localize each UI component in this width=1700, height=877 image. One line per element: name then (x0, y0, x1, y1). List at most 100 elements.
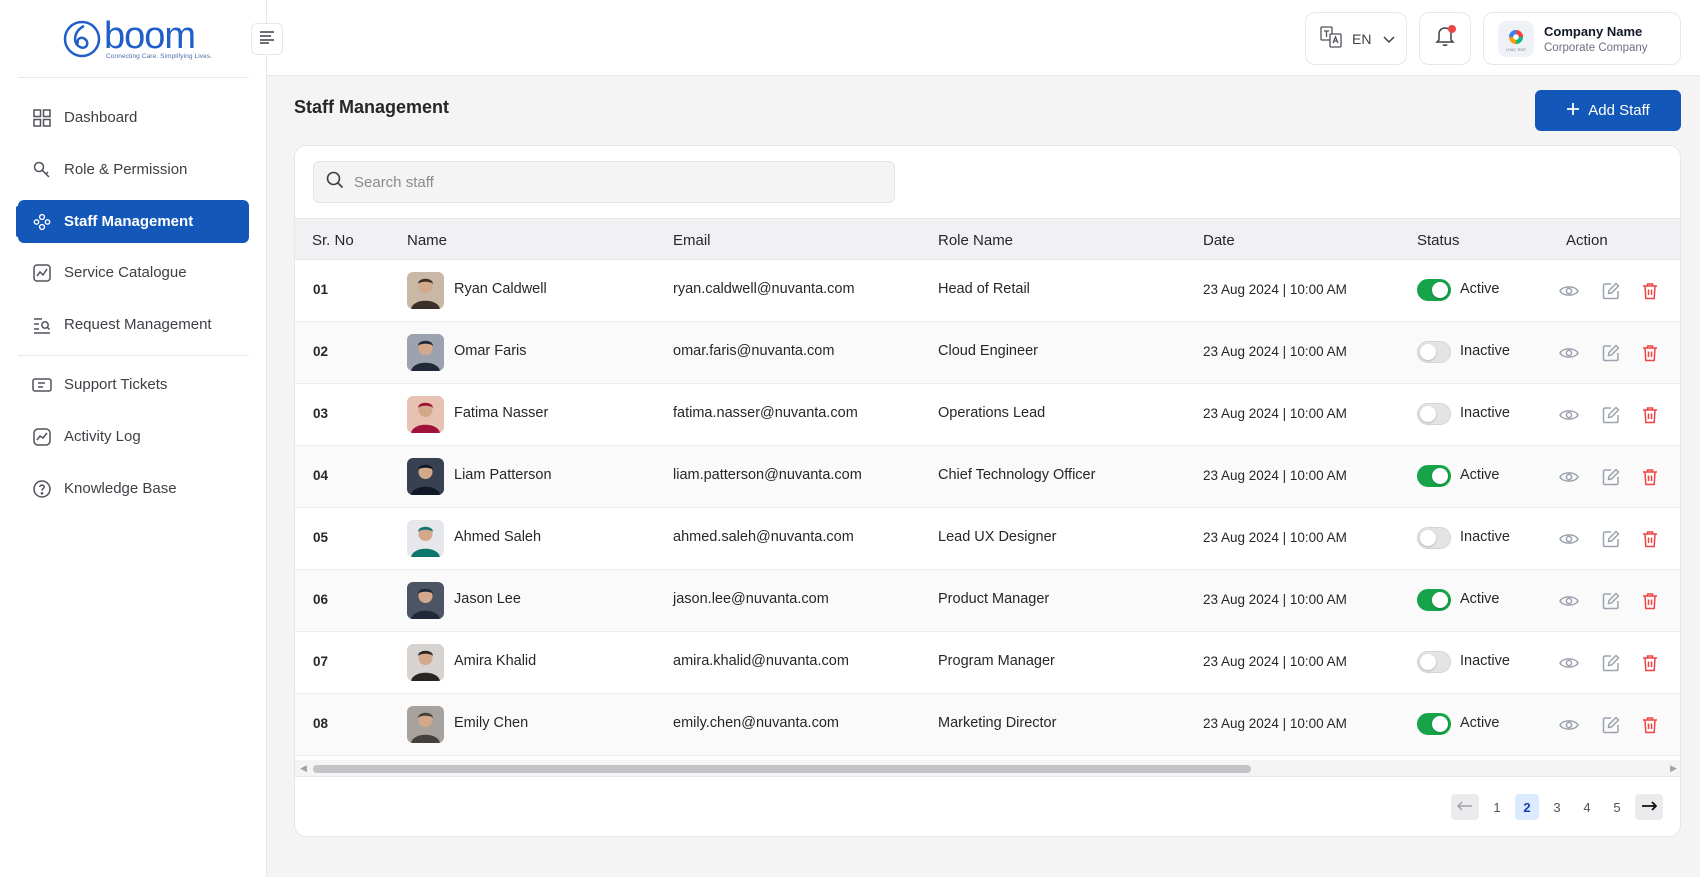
view-icon[interactable] (1558, 342, 1580, 364)
scroll-right-icon[interactable]: ▶ (1670, 763, 1677, 774)
status-toggle[interactable] (1417, 403, 1451, 425)
sidebar: boom Connecting Care. Simplifying Lives.… (0, 0, 267, 877)
view-icon[interactable] (1558, 280, 1580, 302)
staff-email: ryan.caldwell@nuvanta.com (673, 281, 855, 297)
prev-page-button[interactable] (1451, 794, 1479, 820)
staff-date: 23 Aug 2024 | 10:00 AM (1203, 406, 1347, 421)
row-sr-no: 07 (313, 654, 329, 669)
status-label: Inactive (1460, 405, 1510, 421)
sidebar-item-knowledge-base[interactable]: Knowledge Base (18, 467, 249, 510)
edit-icon[interactable] (1600, 404, 1622, 426)
view-icon[interactable] (1558, 466, 1580, 488)
sidebar-item-dashboard[interactable]: Dashboard (18, 96, 249, 139)
notifications-button[interactable] (1419, 12, 1471, 65)
delete-icon[interactable] (1639, 466, 1661, 488)
company-profile[interactable]: LOGO TEXT Company Name Corporate Company (1483, 12, 1681, 65)
view-icon[interactable] (1558, 714, 1580, 736)
staff-avatar (407, 272, 444, 309)
page-2-button[interactable]: 2 (1515, 794, 1539, 820)
boom-logo-icon (62, 19, 102, 59)
page-5-button[interactable]: 5 (1605, 794, 1629, 820)
horizontal-scrollbar[interactable]: ◀ ▶ (295, 760, 1680, 776)
staff-name: Emily Chen (454, 715, 529, 731)
delete-icon[interactable] (1639, 280, 1661, 302)
list-search-icon (32, 315, 52, 335)
view-icon[interactable] (1558, 404, 1580, 426)
edit-icon[interactable] (1600, 342, 1622, 364)
status-label: Active (1460, 281, 1500, 297)
page-3-button[interactable]: 3 (1545, 794, 1569, 820)
menu-toggle-button[interactable] (251, 23, 283, 55)
add-staff-button[interactable]: Add Staff (1535, 90, 1681, 131)
company-type: Corporate Company (1544, 41, 1648, 54)
sidebar-item-role-permission[interactable]: Role & Permission (18, 148, 249, 191)
staff-name: Fatima Nasser (454, 405, 549, 421)
grid-icon (32, 108, 52, 128)
next-page-button[interactable] (1635, 794, 1663, 820)
arrow-left-icon (1456, 798, 1473, 816)
status-toggle[interactable] (1417, 589, 1451, 611)
sidebar-divider (18, 355, 249, 356)
menu-lines-icon (259, 30, 275, 49)
edit-icon[interactable] (1600, 714, 1622, 736)
table-row: 08 Emily Chen emily.chen@nuvanta.com Mar… (295, 694, 1680, 756)
delete-icon[interactable] (1639, 590, 1661, 612)
chart-catalogue-icon (32, 263, 52, 283)
search-input[interactable] (354, 173, 874, 191)
sidebar-item-support-tickets[interactable]: Support Tickets (18, 363, 249, 406)
edit-icon[interactable] (1600, 466, 1622, 488)
sidebar-item-service-catalogue[interactable]: Service Catalogue (18, 251, 249, 294)
staff-table-card: Sr. No Name Email Role Name Date Status … (294, 145, 1681, 837)
status-label: Active (1460, 591, 1500, 607)
table-row: 06 Jason Lee jason.lee@nuvanta.com Produ… (295, 570, 1680, 632)
staff-email: ahmed.saleh@nuvanta.com (673, 529, 854, 545)
chevron-down-icon (1383, 31, 1395, 47)
page-1-button[interactable]: 1 (1485, 794, 1509, 820)
status-toggle[interactable] (1417, 465, 1451, 487)
staff-date: 23 Aug 2024 | 10:00 AM (1203, 716, 1347, 731)
sidebar-item-activity-log[interactable]: Activity Log (18, 415, 249, 458)
table-row: 05 Ahmed Saleh ahmed.saleh@nuvanta.com L… (295, 508, 1680, 570)
row-sr-no: 02 (313, 344, 329, 359)
brand-logo[interactable]: boom Connecting Care. Simplifying Lives. (62, 17, 212, 60)
notification-dot (1448, 25, 1456, 33)
delete-icon[interactable] (1639, 714, 1661, 736)
ticket-icon (32, 375, 52, 395)
company-logo-icon: LOGO TEXT (1498, 20, 1534, 57)
column-header-name: Name (407, 232, 448, 249)
top-header: EN LOGO TEXT Company Name Corporate Comp… (267, 0, 1700, 76)
edit-icon[interactable] (1600, 590, 1622, 612)
scroll-left-icon[interactable]: ◀ (300, 763, 307, 774)
delete-icon[interactable] (1639, 342, 1661, 364)
view-icon[interactable] (1558, 652, 1580, 674)
status-toggle[interactable] (1417, 527, 1451, 549)
staff-email: fatima.nasser@nuvanta.com (673, 405, 858, 421)
scrollbar-thumb[interactable] (313, 765, 1251, 773)
delete-icon[interactable] (1639, 528, 1661, 550)
status-label: Inactive (1460, 343, 1510, 359)
row-sr-no: 03 (313, 406, 329, 421)
delete-icon[interactable] (1639, 404, 1661, 426)
page-4-button[interactable]: 4 (1575, 794, 1599, 820)
language-selector[interactable]: EN (1305, 12, 1407, 65)
edit-icon[interactable] (1600, 280, 1622, 302)
edit-icon[interactable] (1600, 652, 1622, 674)
status-toggle[interactable] (1417, 713, 1451, 735)
sidebar-item-request-management[interactable]: Request Management (18, 303, 249, 346)
column-header-date: Date (1203, 232, 1235, 249)
sidebar-item-staff-management[interactable]: Staff Management (16, 200, 249, 243)
language-code: EN (1352, 30, 1372, 47)
staff-date: 23 Aug 2024 | 10:00 AM (1203, 654, 1347, 669)
view-icon[interactable] (1558, 590, 1580, 612)
search-box[interactable] (313, 161, 895, 203)
row-sr-no: 08 (313, 716, 329, 731)
search-icon (326, 171, 344, 194)
status-toggle[interactable] (1417, 279, 1451, 301)
status-toggle[interactable] (1417, 341, 1451, 363)
view-icon[interactable] (1558, 528, 1580, 550)
edit-icon[interactable] (1600, 528, 1622, 550)
staff-avatar (407, 644, 444, 681)
delete-icon[interactable] (1639, 652, 1661, 674)
status-toggle[interactable] (1417, 651, 1451, 673)
staff-name: Liam Patterson (454, 467, 552, 483)
